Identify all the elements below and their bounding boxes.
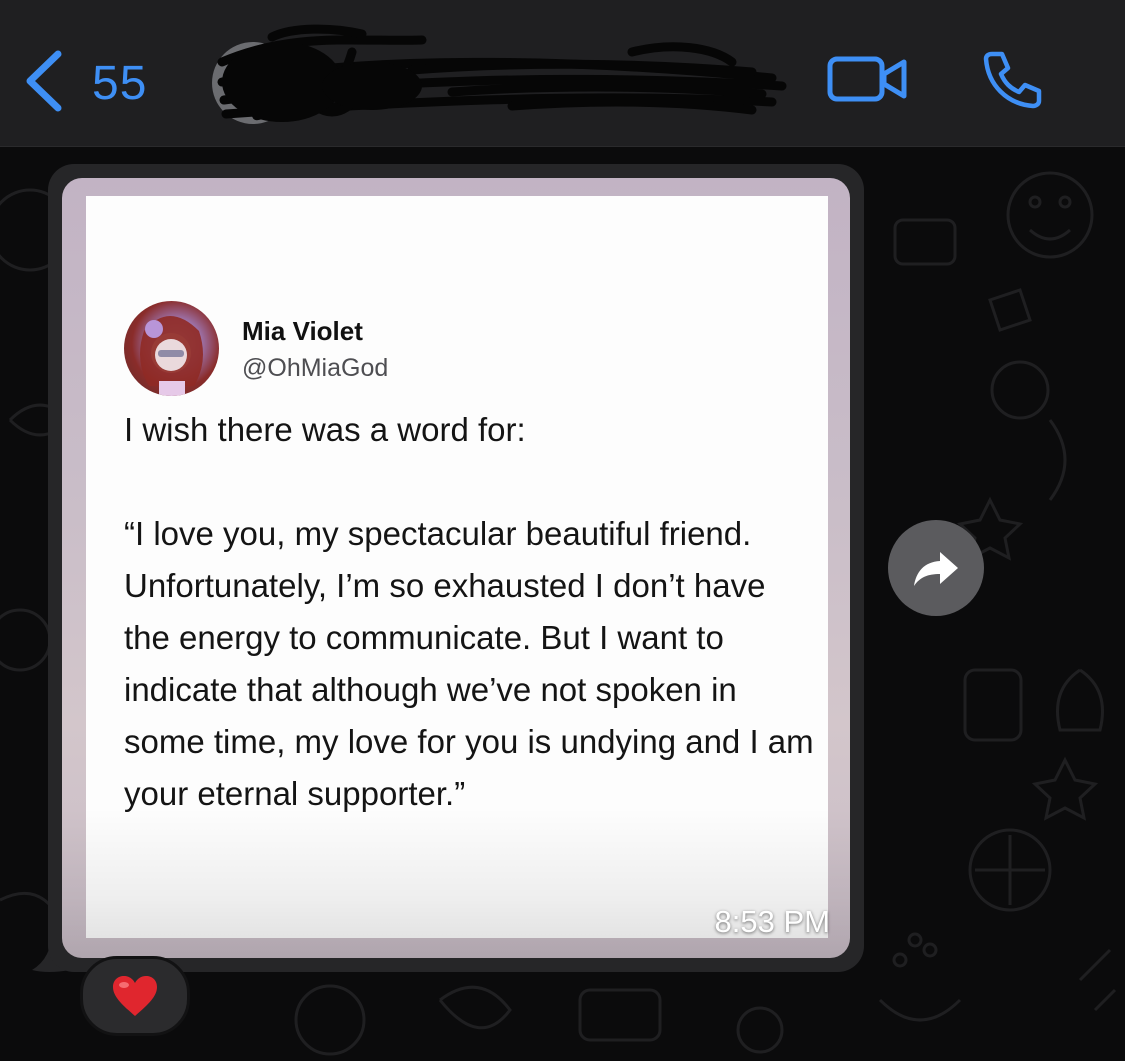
tweet-author-name: Mia Violet xyxy=(242,316,363,346)
tweet-avatar xyxy=(124,301,219,396)
video-camera-icon xyxy=(827,56,907,102)
phone-icon xyxy=(983,51,1042,109)
tweet-text: I wish there was a word for: “I love you… xyxy=(124,411,814,812)
heart-icon xyxy=(113,976,157,1016)
tweet-author-handle: @OhMiaGod xyxy=(242,354,389,382)
message-timestamp: 8:53 PM xyxy=(714,904,830,939)
video-call-button[interactable] xyxy=(826,54,910,104)
chat-header: 55 xyxy=(0,0,1125,147)
image-attachment[interactable]: Mia Violet @OhMiaGod I wish there was a … xyxy=(62,178,850,958)
heart-reaction[interactable] xyxy=(80,956,190,1036)
back-button[interactable]: 55 xyxy=(22,48,172,118)
redaction-scribble xyxy=(217,24,787,122)
forward-button[interactable] xyxy=(888,520,984,616)
message-bubble[interactable]: Mia Violet @OhMiaGod I wish there was a … xyxy=(48,164,864,972)
voice-call-button[interactable] xyxy=(978,48,1044,110)
chevron-left-icon xyxy=(22,50,66,117)
unread-count: 55 xyxy=(92,56,148,110)
contact-info[interactable] xyxy=(212,22,792,130)
forward-arrow-icon xyxy=(914,552,958,586)
